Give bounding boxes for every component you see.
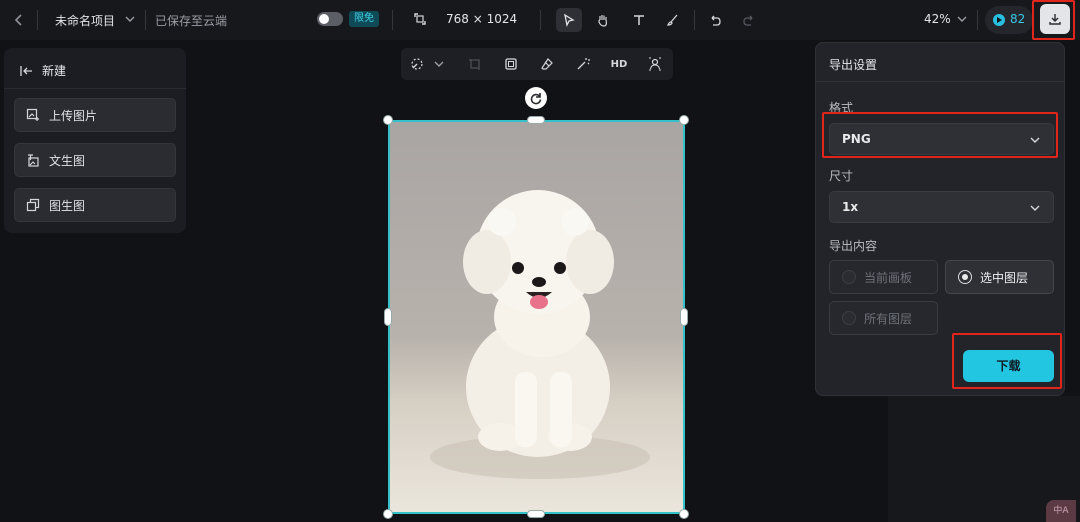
language-badge[interactable]: 中A <box>1046 500 1076 522</box>
free-mode-toggle[interactable] <box>317 12 343 26</box>
option-label: 选中图层 <box>980 270 1029 285</box>
canvas-artboard[interactable] <box>388 120 685 514</box>
rotate-handle[interactable] <box>525 87 547 109</box>
text-to-image-button[interactable]: 文生图 <box>14 143 176 177</box>
credits-badge[interactable]: 82 <box>985 6 1033 34</box>
radio-selected-icon <box>958 270 972 284</box>
size-value: 1x <box>842 200 859 214</box>
chevron-down-icon <box>1029 202 1041 214</box>
collapse-left-icon[interactable] <box>20 65 34 77</box>
smart-select-icon[interactable] <box>407 54 427 74</box>
resize-handle-top[interactable] <box>527 116 545 124</box>
credits-icon <box>993 14 1005 26</box>
chevron-left-icon[interactable] <box>12 12 26 28</box>
upload-image-icon <box>26 108 40 122</box>
free-badge: 限免 <box>349 11 379 27</box>
divider <box>392 10 393 30</box>
text-to-image-icon <box>26 153 40 167</box>
chevron-down-icon[interactable] <box>956 13 968 25</box>
crop-icon[interactable] <box>465 54 485 74</box>
hd-icon[interactable]: HD <box>609 54 629 74</box>
resize-handle-top-right[interactable] <box>679 115 689 125</box>
radio-icon <box>842 270 856 284</box>
resize-handle-right[interactable] <box>680 308 688 326</box>
redo-icon[interactable] <box>736 8 762 32</box>
export-content-label: 导出内容 <box>829 239 878 253</box>
text-to-image-label: 文生图 <box>49 153 86 168</box>
new-panel: 新建 上传图片 文生图 图生图 <box>4 48 186 233</box>
resize-handle-top-left[interactable] <box>383 115 393 125</box>
divider <box>977 10 978 30</box>
divider <box>145 10 146 30</box>
project-name[interactable]: 未命名项目 <box>55 12 115 29</box>
download-confirm-button[interactable]: 下载 <box>963 350 1054 382</box>
top-toolbar: 未命名项目 已保存至云端 限免 768 × 1024 42% 82 <box>0 0 1080 40</box>
resize-handle-bottom-right[interactable] <box>679 509 689 519</box>
chevron-down-icon[interactable] <box>429 54 449 74</box>
image-toolbar: HD <box>401 48 673 80</box>
magic-wand-icon[interactable] <box>573 54 593 74</box>
format-highlight <box>822 112 1058 158</box>
new-panel-title: 新建 <box>42 64 67 78</box>
download-icon <box>1048 12 1062 26</box>
resize-handle-left[interactable] <box>384 308 392 326</box>
option-label: 当前画板 <box>864 270 913 285</box>
divider <box>694 10 695 30</box>
upload-image-label: 上传图片 <box>49 108 98 123</box>
chevron-down-icon[interactable] <box>124 13 136 25</box>
text-icon[interactable] <box>626 8 652 32</box>
divider <box>816 81 1064 82</box>
eraser-icon[interactable] <box>537 54 557 74</box>
zoom-level[interactable]: 42% <box>924 12 951 26</box>
credits-count: 82 <box>1010 12 1026 26</box>
frame-icon[interactable] <box>501 54 521 74</box>
divider <box>37 10 38 30</box>
upload-image-button[interactable]: 上传图片 <box>14 98 176 132</box>
divider <box>540 10 541 30</box>
canvas-size[interactable]: 768 × 1024 <box>446 12 517 26</box>
save-status: 已保存至云端 <box>155 14 228 28</box>
image-to-image-button[interactable]: 图生图 <box>14 188 176 222</box>
option-current-artboard[interactable]: 当前画板 <box>829 260 938 294</box>
image-to-image-label: 图生图 <box>49 198 86 213</box>
size-label: 尺寸 <box>829 169 854 183</box>
option-all-layers[interactable]: 所有图层 <box>829 301 938 335</box>
resize-handle-bottom[interactable] <box>527 510 545 518</box>
option-selected-layer[interactable]: 选中图层 <box>945 260 1054 294</box>
size-select[interactable]: 1x <box>829 191 1054 223</box>
new-panel-header[interactable]: 新建 <box>20 62 66 79</box>
undo-icon[interactable] <box>702 8 728 32</box>
cursor-icon[interactable] <box>556 8 582 32</box>
hand-icon[interactable] <box>590 8 616 32</box>
cutout-icon[interactable] <box>645 54 665 74</box>
option-label: 所有图层 <box>864 311 913 326</box>
resize-canvas-icon[interactable] <box>413 12 427 26</box>
rotate-icon <box>529 91 543 105</box>
radio-icon <box>842 311 856 325</box>
divider <box>4 88 186 89</box>
download-button[interactable] <box>1040 4 1070 34</box>
brush-icon[interactable] <box>660 8 686 32</box>
dog-illustration <box>430 190 650 479</box>
export-panel-title: 导出设置 <box>829 58 878 72</box>
image-to-image-icon <box>26 198 40 212</box>
resize-handle-bottom-left[interactable] <box>383 509 393 519</box>
dog-photo[interactable] <box>390 122 683 512</box>
